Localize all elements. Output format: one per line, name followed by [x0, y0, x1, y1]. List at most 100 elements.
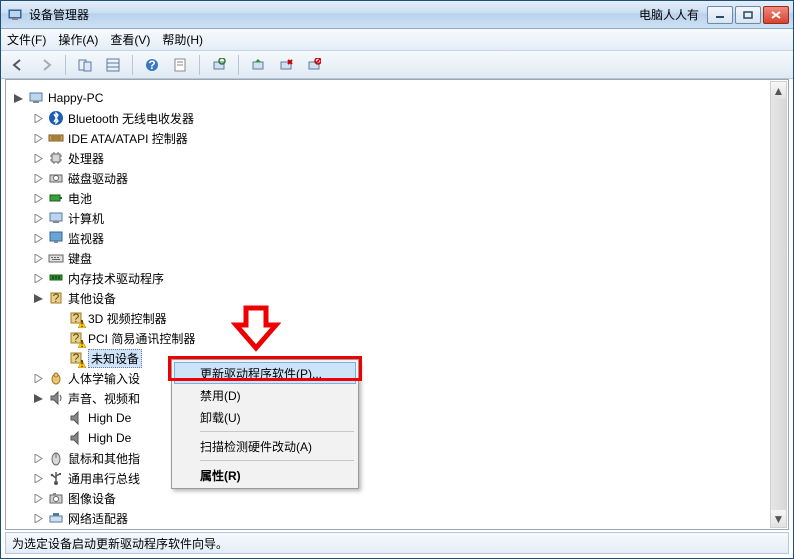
scroll-thumb[interactable] [771, 99, 786, 510]
tree-item-audio-hd1[interactable]: High De [10, 408, 788, 428]
tree-label: 其他设备 [68, 290, 116, 307]
forward-button[interactable] [35, 54, 57, 76]
tree-item-battery[interactable]: 电池 [10, 188, 788, 208]
scan-hardware-icon[interactable] [208, 54, 230, 76]
tree-item-cpu[interactable]: 处理器 [10, 148, 788, 168]
expand-icon[interactable] [30, 450, 46, 466]
help-icon[interactable]: ? [141, 54, 163, 76]
menu-file[interactable]: 文件(F) [7, 31, 46, 48]
expand-icon[interactable] [30, 190, 46, 206]
show-hidden-icon[interactable] [74, 54, 96, 76]
tree-item-other-unknown[interactable]: ?! 未知设备 [10, 348, 788, 368]
tree-item-image[interactable]: 图像设备 [10, 488, 788, 508]
tree-label: 图像设备 [68, 490, 116, 507]
tree-item-other[interactable]: ? 其他设备 [10, 288, 788, 308]
tree-item-ide[interactable]: IDE ATA/ATAPI 控制器 [10, 128, 788, 148]
status-text: 为选定设备启动更新驱动程序软件向导。 [12, 535, 228, 552]
tree-label: 磁盘驱动器 [68, 170, 128, 187]
tree-item-other-3d[interactable]: ?! 3D 视频控制器 [10, 308, 788, 328]
expand-icon[interactable] [30, 370, 46, 386]
menu-uninstall[interactable]: 卸载(U) [174, 406, 356, 428]
properties-icon[interactable] [169, 54, 191, 76]
tree-label: 3D 视频控制器 [88, 310, 167, 327]
toolbar-separator [199, 55, 200, 75]
menu-scan-hardware[interactable]: 扫描检测硬件改动(A) [174, 435, 356, 457]
close-button[interactable] [763, 6, 789, 24]
tree-item-computer[interactable]: 计算机 [10, 208, 788, 228]
update-driver-icon[interactable] [247, 54, 269, 76]
menu-properties[interactable]: 属性(R) [174, 464, 356, 486]
tree-label: PCI 简易通讯控制器 [88, 330, 195, 347]
tree-item-audio-hd2[interactable]: High De [10, 428, 788, 448]
menu-separator [200, 431, 354, 432]
expand-icon[interactable] [30, 510, 46, 526]
tree-item-bluetooth[interactable]: Bluetooth 无线电收发器 [10, 108, 788, 128]
tree-label: IDE ATA/ATAPI 控制器 [68, 130, 188, 147]
menu-separator [200, 460, 354, 461]
expand-icon[interactable] [30, 110, 46, 126]
menu-view[interactable]: 查看(V) [110, 31, 150, 48]
tree-item-keyboard[interactable]: 键盘 [10, 248, 788, 268]
expand-icon[interactable] [30, 130, 46, 146]
expand-icon[interactable] [30, 210, 46, 226]
vertical-scrollbar[interactable]: ▲ ▼ [770, 81, 787, 528]
tree-item-hid[interactable]: 人体学输入设 [10, 368, 788, 388]
mouse-icon [48, 450, 64, 466]
disable-icon[interactable] [303, 54, 325, 76]
menu-update-driver[interactable]: 更新驱动程序软件(P)... [174, 362, 356, 384]
menu-help[interactable]: 帮助(H) [162, 31, 203, 48]
svg-text:?: ? [53, 291, 60, 305]
minimize-button[interactable] [707, 6, 733, 24]
expand-icon[interactable] [30, 250, 46, 266]
tree-label: 鼠标和其他指 [68, 450, 140, 467]
tree-label: Happy-PC [48, 91, 103, 105]
tree-item-disk[interactable]: 磁盘驱动器 [10, 168, 788, 188]
collapse-icon[interactable] [10, 90, 26, 106]
tree-item-other-pci[interactable]: ?! PCI 简易通讯控制器 [10, 328, 788, 348]
tree-item-audio[interactable]: 声音、视频和 [10, 388, 788, 408]
tree-label: 人体学输入设 [68, 370, 140, 387]
scroll-up-button[interactable]: ▲ [771, 82, 786, 99]
window-title: 设备管理器 [29, 6, 89, 23]
other-devices-icon: ? [48, 290, 64, 306]
tree-root[interactable]: Happy-PC [10, 88, 788, 108]
titlebar[interactable]: 设备管理器 电脑人人有 [1, 1, 793, 29]
back-button[interactable] [7, 54, 29, 76]
device-tree[interactable]: Happy-PC Bluetooth 无线电收发器 IDE ATA/ATAPI … [6, 80, 788, 530]
expand-icon[interactable] [30, 230, 46, 246]
menu-disable[interactable]: 禁用(D) [174, 384, 356, 406]
expand-icon[interactable] [30, 270, 46, 286]
computer-icon [28, 90, 44, 106]
audio-device-icon [68, 410, 84, 426]
tree-label: 计算机 [68, 210, 104, 227]
expand-icon[interactable] [30, 150, 46, 166]
view-icon[interactable] [102, 54, 124, 76]
tree-label: High De [88, 411, 131, 425]
collapse-icon[interactable] [30, 290, 46, 306]
scroll-down-button[interactable]: ▼ [771, 510, 786, 527]
toolbar: ? [1, 51, 793, 79]
battery-icon [48, 190, 64, 206]
menu-action[interactable]: 操作(A) [58, 31, 98, 48]
svg-text:!: ! [80, 340, 83, 348]
tree-label: 监视器 [68, 230, 104, 247]
unknown-device-icon: ?! [68, 330, 84, 346]
tree-item-usb[interactable]: 通用串行总线 [10, 468, 788, 488]
tree-item-memtech[interactable]: 内存技术驱动程序 [10, 268, 788, 288]
svg-text:!: ! [80, 360, 83, 368]
tree-item-network[interactable]: 网络适配器 [10, 508, 788, 528]
expand-icon[interactable] [30, 490, 46, 506]
tree-item-monitor[interactable]: 监视器 [10, 228, 788, 248]
menubar: 文件(F) 操作(A) 查看(V) 帮助(H) [1, 29, 793, 51]
tree-item-mouse[interactable]: 鼠标和其他指 [10, 448, 788, 468]
collapse-icon[interactable] [30, 390, 46, 406]
tree-label: 键盘 [68, 250, 92, 267]
expand-icon[interactable] [30, 170, 46, 186]
memory-icon [48, 270, 64, 286]
tree-label: 处理器 [68, 150, 104, 167]
uninstall-icon[interactable] [275, 54, 297, 76]
maximize-button[interactable] [735, 6, 761, 24]
brand-text: 电脑人人有 [639, 6, 699, 23]
network-adapter-icon [48, 510, 64, 526]
expand-icon[interactable] [30, 470, 46, 486]
